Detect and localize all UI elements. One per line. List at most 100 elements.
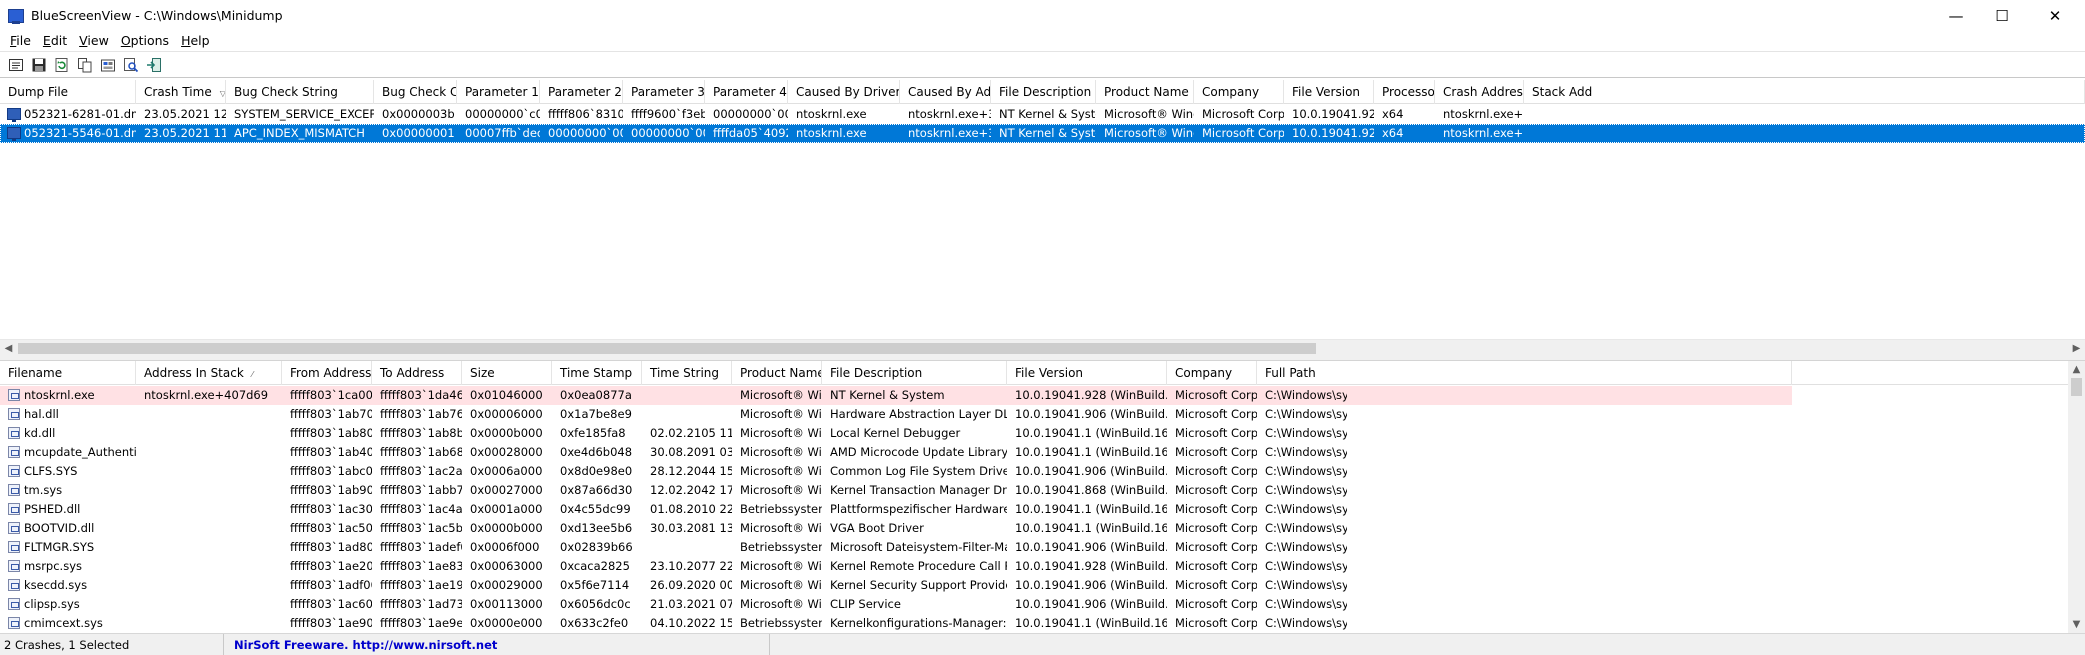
- driver-list-vscrollbar[interactable]: ▲ ▼: [2068, 361, 2085, 633]
- col-crash-time[interactable]: Crash Time ▽: [136, 80, 226, 104]
- col-stack-address[interactable]: Stack Add: [1524, 80, 2085, 104]
- col-parameter-2[interactable]: Parameter 2: [540, 80, 623, 104]
- copy-icon[interactable]: [77, 57, 93, 73]
- col-file-version[interactable]: File Version: [1284, 80, 1374, 104]
- driver-row[interactable]: PSHED.dll fffff803`1ac30000 fffff803`1ac…: [0, 500, 2085, 519]
- col-product-name[interactable]: Product Name: [1096, 80, 1194, 104]
- col-caused-by-address[interactable]: Caused By Address: [900, 80, 991, 104]
- exit-icon[interactable]: [146, 57, 162, 73]
- col-file-description[interactable]: File Description: [991, 80, 1096, 104]
- cell-file-version: 10.0.19041.1 (WinBuild.160101.0800): [1015, 616, 1167, 630]
- cell-to-address: fffff803`1ab76000: [380, 407, 462, 421]
- cell-file-description: Kernel Remote Procedure Call Provider: [830, 559, 1007, 573]
- cell-full-path: C:\Windows\syste...: [1265, 578, 1347, 592]
- col-file-version[interactable]: File Version: [1007, 361, 1167, 385]
- col-crash-address[interactable]: Crash Address: [1435, 80, 1524, 104]
- cell-product-name: Microsoft® Window...: [1104, 107, 1194, 121]
- driver-row[interactable]: msrpc.sys fffff803`1ae20000 fffff803`1ae…: [0, 557, 2085, 576]
- col-parameter-1[interactable]: Parameter 1: [457, 80, 540, 104]
- col-label: Caused By Address: [908, 85, 991, 99]
- cell-size: 0x00029000: [470, 578, 543, 592]
- cell-size: 0x0006a000: [470, 464, 543, 478]
- find-icon[interactable]: [123, 57, 139, 73]
- cell-filename: kd.dll: [24, 426, 56, 440]
- driver-row[interactable]: hal.dll fffff803`1ab70000 fffff803`1ab76…: [0, 405, 2085, 424]
- cell-size: 0x00006000: [470, 407, 543, 421]
- scroll-up-icon[interactable]: ▲: [2068, 361, 2085, 378]
- col-company[interactable]: Company: [1194, 80, 1284, 104]
- col-file-description[interactable]: File Description: [822, 361, 1007, 385]
- menu-view[interactable]: View: [73, 33, 115, 48]
- cell-file-description: AMD Microcode Update Library: [830, 445, 1007, 459]
- scroll-left-icon[interactable]: ◀: [0, 340, 17, 357]
- cell-time-stamp: 0x4c55dc99: [560, 502, 631, 516]
- maximize-button[interactable]: ☐: [1979, 0, 2025, 31]
- scroll-down-icon[interactable]: ▼: [2068, 616, 2085, 633]
- driver-row[interactable]: CLFS.SYS fffff803`1abc0000 fffff803`1ac2…: [0, 462, 2085, 481]
- menu-options[interactable]: Options: [115, 33, 175, 48]
- col-dump-file[interactable]: Dump File: [0, 80, 136, 104]
- scroll-right-icon[interactable]: ▶: [2068, 340, 2085, 357]
- col-size[interactable]: Size: [462, 361, 552, 385]
- window-controls: — ☐ ✕: [1933, 0, 2085, 31]
- crash-list-hscrollbar[interactable]: ◀ ▶: [0, 339, 2085, 356]
- driver-row[interactable]: cmimcext.sys fffff803`1ae90000 fffff803`…: [0, 614, 2085, 633]
- col-bug-check-string[interactable]: Bug Check String: [226, 80, 374, 104]
- col-full-path[interactable]: Full Path: [1257, 361, 1792, 385]
- cell-crash-address: ntoskrnl.exe+3f5e40: [1443, 126, 1524, 140]
- driver-row[interactable]: tm.sys fffff803`1ab90000 fffff803`1abb70…: [0, 481, 2085, 500]
- cell-to-address: fffff803`1ab8b000: [380, 426, 462, 440]
- minimize-button[interactable]: —: [1933, 0, 1979, 31]
- cell-company: Microsoft Corpora...: [1175, 388, 1257, 402]
- cell-parameter-4: 00000000`000000...: [713, 107, 788, 121]
- cell-filename: hal.dll: [24, 407, 59, 421]
- col-from-address[interactable]: From Address: [282, 361, 372, 385]
- col-filename[interactable]: Filename: [0, 361, 136, 385]
- scrollbar-thumb[interactable]: [18, 343, 1316, 354]
- col-to-address[interactable]: To Address: [372, 361, 462, 385]
- col-parameter-4[interactable]: Parameter 4: [705, 80, 788, 104]
- properties-icon[interactable]: [8, 57, 24, 73]
- col-product-name[interactable]: Product Name: [732, 361, 822, 385]
- driver-row[interactable]: mcupdate_AuthenticAMD.dll fffff803`1ab40…: [0, 443, 2085, 462]
- driver-row-highlighted[interactable]: ntoskrnl.exe ntoskrnl.exe+407d69 fffff80…: [0, 386, 1792, 405]
- crash-row[interactable]: 052321-6281-01.dmp 23.05.2021 12:10:21 S…: [0, 105, 2085, 124]
- driver-row[interactable]: FLTMGR.SYS fffff803`1ad80000 fffff803`1a…: [0, 538, 2085, 557]
- col-time-string[interactable]: Time String: [642, 361, 732, 385]
- col-caused-by-driver[interactable]: Caused By Driver: [788, 80, 900, 104]
- cell-from-address: fffff803`1ac50000: [290, 521, 372, 535]
- col-processor[interactable]: Processor: [1374, 80, 1435, 104]
- col-time-stamp[interactable]: Time Stamp: [552, 361, 642, 385]
- cell-time-stamp: 0x0ea0877a: [560, 388, 632, 402]
- nirsoft-link[interactable]: NirSoft Freeware. http://www.nirsoft.net: [228, 638, 497, 652]
- cell-dump-file: 052321-6281-01.dmp: [24, 107, 136, 121]
- driver-row[interactable]: kd.dll fffff803`1ab80000 fffff803`1ab8b0…: [0, 424, 2085, 443]
- col-address-in-stack[interactable]: Address In Stack ⁄: [136, 361, 282, 385]
- driver-file-icon: [8, 503, 20, 515]
- driver-row[interactable]: BOOTVID.dll fffff803`1ac50000 fffff803`1…: [0, 519, 2085, 538]
- col-label: Crash Address: [1443, 85, 1524, 99]
- col-parameter-3[interactable]: Parameter 3: [623, 80, 705, 104]
- menu-edit[interactable]: Edit: [37, 33, 73, 48]
- menu-file[interactable]: File: [4, 33, 37, 48]
- scrollbar-thumb[interactable]: [2071, 378, 2082, 396]
- options-icon[interactable]: [100, 57, 116, 73]
- cell-from-address: fffff803`1ae20000: [290, 559, 372, 573]
- status-summary: 2 Crashes, 1 Selected: [0, 634, 224, 655]
- cell-from-address: fffff803`1ac30000: [290, 502, 372, 516]
- crash-row-selected[interactable]: 052321-5546-01.dmp 23.05.2021 11:53:19 A…: [0, 124, 2085, 143]
- menu-help[interactable]: Help: [175, 33, 216, 48]
- cell-company: Microsoft Corpora...: [1175, 445, 1257, 459]
- driver-row[interactable]: ksecdd.sys fffff803`1adf0000 fffff803`1a…: [0, 576, 2085, 595]
- driver-row[interactable]: clipsp.sys fffff803`1ac60000 fffff803`1a…: [0, 595, 2085, 614]
- close-button[interactable]: ✕: [2025, 0, 2085, 31]
- col-label: Crash Time: [144, 85, 212, 99]
- cell-full-path: C:\Windows\syste...: [1265, 502, 1347, 516]
- save-icon[interactable]: [31, 57, 47, 73]
- cell-filename: PSHED.dll: [24, 502, 81, 516]
- col-bug-check-code[interactable]: Bug Check Code: [374, 80, 457, 104]
- driver-file-icon: [8, 541, 20, 553]
- col-company[interactable]: Company: [1167, 361, 1257, 385]
- driver-file-icon: [8, 446, 20, 458]
- refresh-icon[interactable]: [54, 57, 70, 73]
